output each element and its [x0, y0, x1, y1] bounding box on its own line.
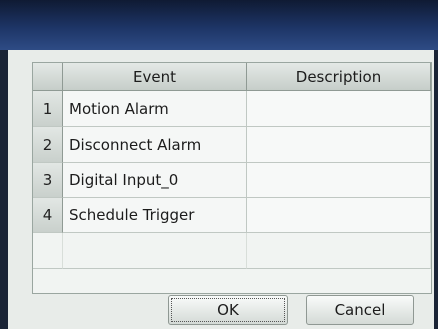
- row-number: 3: [33, 163, 63, 198]
- empty-cell: [247, 233, 431, 269]
- table-row[interactable]: 4 Schedule Trigger: [33, 198, 431, 233]
- description-cell[interactable]: [247, 91, 431, 127]
- description-cell[interactable]: [247, 198, 431, 233]
- event-cell[interactable]: Disconnect Alarm: [63, 127, 247, 163]
- table-row[interactable]: 1 Motion Alarm: [33, 91, 431, 127]
- event-table: Event Description 1 Motion Alarm 2 Disco…: [32, 62, 432, 294]
- event-cell[interactable]: Schedule Trigger: [63, 198, 247, 233]
- ok-button[interactable]: OK: [168, 295, 288, 325]
- description-cell[interactable]: [247, 127, 431, 163]
- row-number: 4: [33, 198, 63, 233]
- table-header-row: Event Description: [33, 63, 431, 91]
- empty-cell: [63, 233, 247, 269]
- event-cell[interactable]: Motion Alarm: [63, 91, 247, 127]
- event-dialog: Event Description 1 Motion Alarm 2 Disco…: [8, 50, 434, 329]
- title-bar[interactable]: [0, 0, 438, 50]
- column-header-event[interactable]: Event: [63, 63, 247, 91]
- empty-cell: [33, 233, 63, 269]
- row-number-header-corner: [33, 63, 63, 91]
- table-row[interactable]: 3 Digital Input_0: [33, 163, 431, 198]
- event-cell[interactable]: Digital Input_0: [63, 163, 247, 198]
- row-number: 1: [33, 91, 63, 127]
- column-header-description[interactable]: Description: [247, 63, 431, 91]
- table-row[interactable]: 2 Disconnect Alarm: [33, 127, 431, 163]
- empty-table-area: [33, 233, 431, 269]
- description-cell[interactable]: [247, 163, 431, 198]
- cancel-button[interactable]: Cancel: [306, 295, 414, 325]
- row-number: 2: [33, 127, 63, 163]
